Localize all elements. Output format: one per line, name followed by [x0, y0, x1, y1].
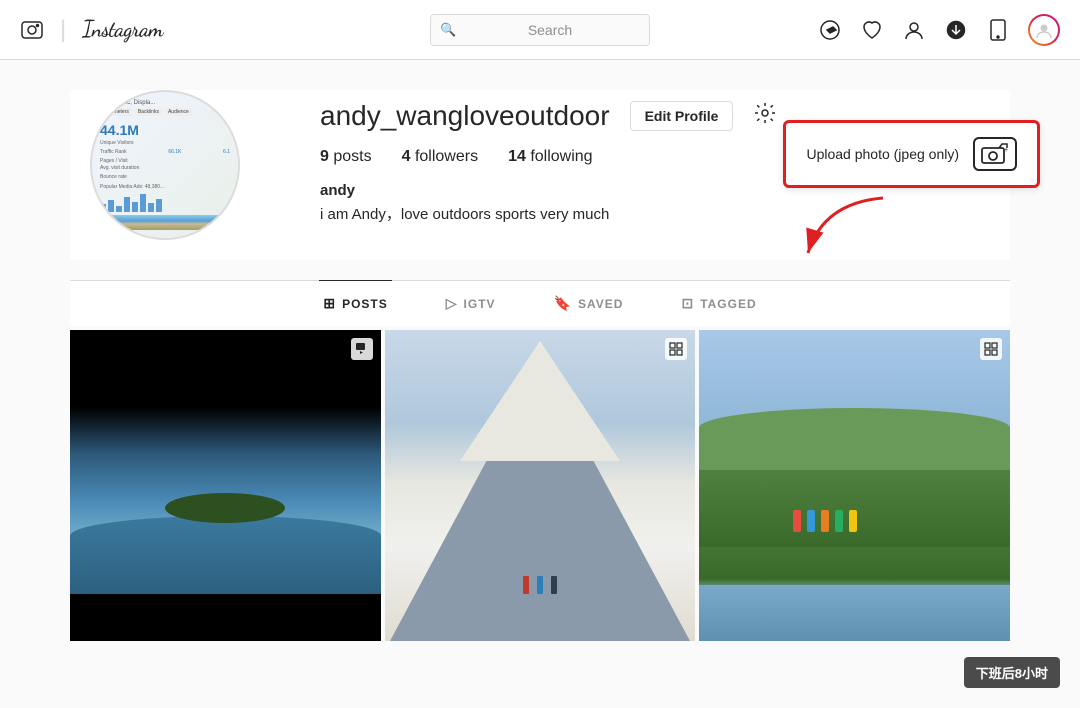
posts-tab-icon: ⊞	[323, 295, 336, 312]
tagged-tab-label: TAGGED	[700, 297, 756, 311]
header-icons	[713, 14, 1060, 46]
header-divider: |	[60, 16, 66, 44]
wechat-watermark: 下班后8小时	[964, 657, 1060, 688]
upload-tooltip-box: Upload photo (jpeg only) +	[783, 120, 1040, 188]
posts-tab-label: POSTS	[342, 297, 388, 311]
instagram-camera-icon	[20, 18, 44, 42]
search-container: 🔍	[430, 14, 650, 46]
followers-stat: 4 followers	[402, 148, 478, 166]
mobile-icon[interactable]	[986, 18, 1010, 42]
heart-icon[interactable]	[860, 18, 884, 42]
hiker-3	[821, 510, 829, 532]
upload-tooltip-text: Upload photo (jpeg only)	[806, 146, 959, 162]
posts-grid	[70, 330, 1010, 641]
figure-3	[551, 576, 557, 594]
search-input[interactable]	[430, 14, 650, 46]
person-icon[interactable]	[902, 18, 926, 42]
hiker-4	[835, 510, 843, 532]
settings-icon[interactable]	[753, 101, 777, 131]
figure-2	[537, 576, 543, 594]
upload-camera-icon[interactable]: +	[973, 137, 1017, 171]
upload-tooltip-wrapper: Upload photo (jpeg only) +	[783, 120, 1040, 273]
download-icon[interactable]	[944, 18, 968, 42]
profile-avatar-icon[interactable]	[1028, 14, 1060, 46]
water-reflection	[70, 516, 381, 594]
compass-icon[interactable]	[818, 18, 842, 42]
grid-item-2[interactable]	[385, 330, 696, 641]
igtv-tab-label: IGTV	[464, 297, 496, 311]
search-icon: 🔍	[440, 22, 456, 38]
profile-avatar-large: inks, Traffic, Displa... Parameters Back…	[90, 90, 240, 240]
grid-item-3[interactable]	[699, 330, 1010, 641]
hiker-1	[793, 510, 801, 532]
hikers-row	[793, 510, 857, 532]
igtv-tab-icon: ▷	[446, 295, 458, 312]
island-shape	[165, 493, 285, 523]
instagram-logo: Instagram	[82, 17, 163, 43]
svg-text:+: +	[1004, 147, 1008, 154]
saved-tab-icon: 🔖	[554, 295, 572, 312]
red-arrow	[793, 193, 913, 273]
profile-username: andy_wangloveoutdoor	[320, 100, 610, 132]
mountain-figures	[523, 576, 557, 594]
saved-tab-label: SAVED	[578, 297, 623, 311]
edit-profile-button[interactable]: Edit Profile	[630, 101, 734, 131]
grid-item-1[interactable]	[70, 330, 381, 641]
grid-item-overlay-3	[980, 338, 1002, 360]
tab-igtv[interactable]: ▷ IGTV	[442, 280, 500, 326]
avatar-inner	[1030, 16, 1058, 44]
grid-item-overlay-2	[665, 338, 687, 360]
grid-item-overlay-1	[351, 338, 373, 360]
avatar-content: inks, Traffic, Displa... Parameters Back…	[92, 92, 238, 238]
header-left: | Instagram	[20, 16, 367, 44]
profile-area: inks, Traffic, Displa... Parameters Back…	[0, 90, 1080, 260]
hiker-5	[849, 510, 857, 532]
header: | Instagram 🔍	[0, 0, 1080, 60]
posts-stat: 9 posts	[320, 148, 372, 166]
mountain-snow	[460, 341, 620, 461]
header-search: 🔍	[367, 14, 714, 46]
tab-posts[interactable]: ⊞ POSTS	[319, 280, 391, 326]
tab-saved[interactable]: 🔖 SAVED	[550, 280, 628, 326]
profile-avatar-img: inks, Traffic, Displa... Parameters Back…	[92, 92, 238, 238]
tabs-section: ⊞ POSTS ▷ IGTV 🔖 SAVED ⊡ TAGGED	[70, 280, 1010, 326]
following-stat: 14 following	[508, 148, 593, 166]
hiker-2	[807, 510, 815, 532]
figure-1	[523, 576, 529, 594]
tab-tagged[interactable]: ⊡ TAGGED	[677, 280, 760, 326]
tagged-tab-icon: ⊡	[681, 295, 694, 312]
